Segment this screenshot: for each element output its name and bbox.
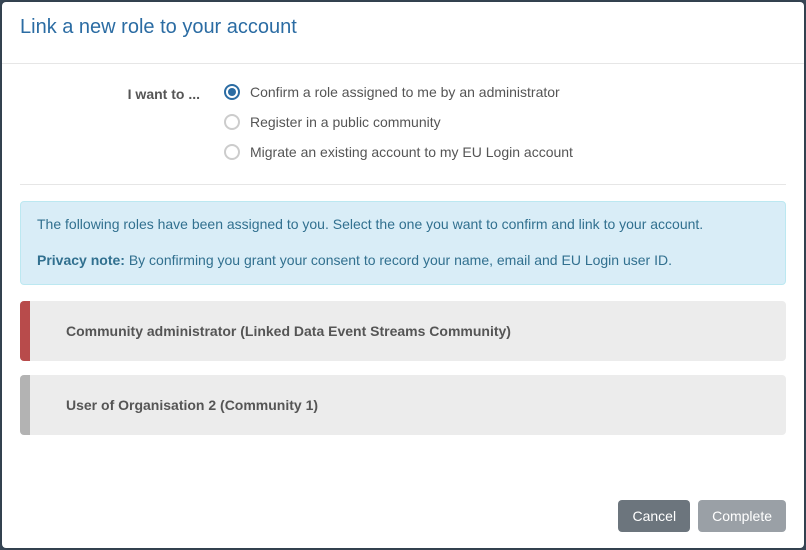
role-item-community-admin[interactable]: Community administrator (Linked Data Eve… [20, 301, 786, 361]
radio-label: Register in a public community [250, 114, 441, 130]
info-privacy: Privacy note: By confirming you grant yo… [37, 252, 769, 268]
info-box: The following roles have been assigned t… [20, 201, 786, 285]
role-item-user-org2[interactable]: User of Organisation 2 (Community 1) [20, 375, 786, 435]
option-row: I want to ... Confirm a role assigned to… [20, 84, 786, 160]
radio-label: Confirm a role assigned to me by an admi… [250, 84, 560, 100]
radio-icon [224, 144, 240, 160]
radio-icon [224, 114, 240, 130]
privacy-text: By confirming you grant your consent to … [125, 252, 672, 268]
modal-footer: Cancel Complete [2, 486, 804, 548]
link-role-modal: Link a new role to your account I want t… [2, 2, 804, 548]
complete-button[interactable]: Complete [698, 500, 786, 532]
radio-option-migrate[interactable]: Migrate an existing account to my EU Log… [224, 144, 786, 160]
info-text: The following roles have been assigned t… [37, 216, 769, 232]
modal-header: Link a new role to your account [2, 2, 804, 64]
radio-label: Migrate an existing account to my EU Log… [250, 144, 573, 160]
options-section: I want to ... Confirm a role assigned to… [20, 64, 786, 185]
role-label: User of Organisation 2 (Community 1) [66, 397, 318, 413]
modal-body: I want to ... Confirm a role assigned to… [2, 64, 804, 486]
modal-title: Link a new role to your account [20, 16, 786, 39]
cancel-button[interactable]: Cancel [618, 500, 690, 532]
radio-icon [224, 84, 240, 100]
radio-group: Confirm a role assigned to me by an admi… [224, 84, 786, 160]
options-label: I want to ... [20, 84, 200, 102]
radio-option-register[interactable]: Register in a public community [224, 114, 786, 130]
role-label: Community administrator (Linked Data Eve… [66, 323, 511, 339]
radio-option-confirm[interactable]: Confirm a role assigned to me by an admi… [224, 84, 786, 100]
privacy-label: Privacy note: [37, 252, 125, 268]
role-list: Community administrator (Linked Data Eve… [20, 301, 786, 435]
